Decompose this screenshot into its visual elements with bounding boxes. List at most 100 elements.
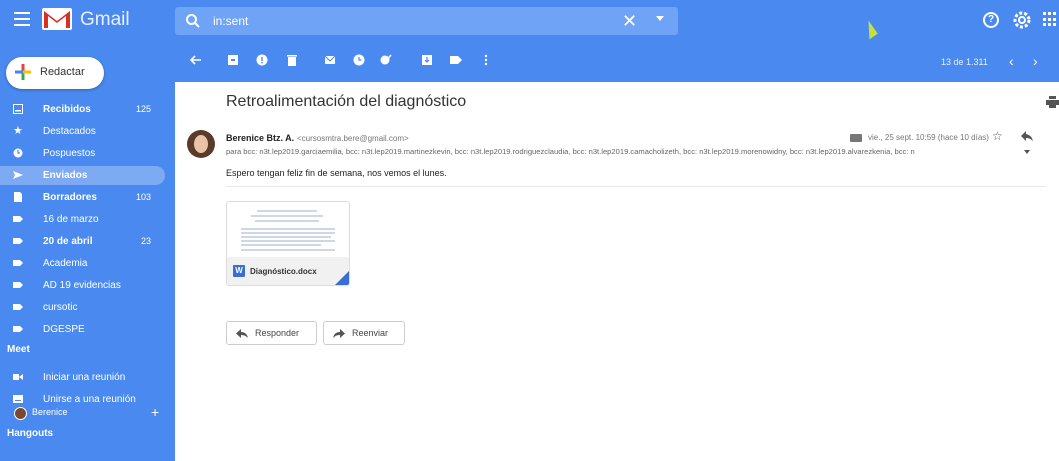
sidebar-item-label: Enviados	[43, 170, 88, 181]
sidebar-item-borradores[interactable]: Borradores 103	[0, 188, 165, 207]
apps-grid-icon[interactable]	[1043, 12, 1057, 28]
sidebar-item-dgespe[interactable]: DGESPE	[0, 320, 165, 339]
email-body: Espero tengan feliz fin de semana, nos v…	[226, 168, 447, 178]
gmail-app: Gmail ✕ ? Redactar	[0, 0, 1059, 461]
help-icon[interactable]: ?	[983, 12, 999, 28]
label-icon	[13, 282, 23, 288]
sidebar-item-label: Pospuestos	[43, 148, 96, 159]
sender-name: Berenice Btz. A.	[226, 133, 295, 143]
inbox-icon	[13, 104, 23, 114]
attachment-name: Diagnóstico.docx	[250, 267, 317, 276]
forward-button[interactable]: Reenviar	[323, 321, 405, 345]
avatar[interactable]	[14, 407, 27, 420]
pagination-count: 13 de 1.311	[941, 57, 988, 67]
reply-button[interactable]: Responder	[226, 321, 317, 345]
reply-icon	[236, 329, 248, 338]
video-icon	[13, 374, 23, 380]
sidebar-item-label: Recibidos	[43, 104, 91, 115]
move-to-icon[interactable]	[421, 54, 433, 66]
sidebar-item-label: Borradores	[43, 192, 97, 203]
word-doc-icon: W	[233, 265, 245, 277]
reply-label: Responder	[255, 328, 300, 338]
sidebar: Redactar Recibidos 125 ★ Destacados Posp…	[0, 42, 175, 461]
divider	[226, 186, 1046, 187]
mark-unread-icon[interactable]	[324, 54, 336, 66]
compose-label: Redactar	[40, 66, 85, 78]
meet-section-title: Meet	[7, 344, 30, 355]
star-icon[interactable]: ☆	[992, 129, 1003, 143]
sidebar-item-label: 16 de marzo	[43, 214, 99, 225]
chevron-right-icon[interactable]: ›	[1033, 53, 1038, 69]
plus-icon	[15, 64, 31, 80]
sidebar-item-destacados[interactable]: ★ Destacados	[0, 122, 165, 141]
search-bar[interactable]: ✕	[175, 7, 678, 35]
sidebar-item-20-de-abril[interactable]: 20 de abril 23	[0, 232, 165, 251]
search-options-icon[interactable]	[656, 16, 664, 21]
compose-button[interactable]: Redactar	[6, 57, 104, 89]
meet-item-label: Unirse a una reunión	[43, 394, 136, 405]
unread-count: 23	[140, 236, 151, 246]
back-arrow-icon[interactable]	[190, 54, 202, 66]
sidebar-item-label: DGESPE	[43, 324, 85, 335]
sidebar-item-label: 20 de abril	[43, 236, 93, 247]
clock-icon	[13, 148, 23, 158]
search-icon[interactable]	[185, 13, 201, 29]
archive-icon[interactable]	[227, 54, 239, 66]
send-icon	[13, 171, 23, 179]
report-spam-icon[interactable]	[256, 54, 268, 66]
email-subject: Retroalimentación del diagnóstico	[226, 93, 467, 110]
sidebar-item-cursotic[interactable]: cursotic	[0, 298, 165, 317]
close-icon[interactable]: ✕	[622, 11, 637, 32]
message-toolbar: 13 de 1.311 ‹ ›	[175, 42, 1059, 82]
draft-icon	[14, 192, 22, 202]
top-bar: Gmail ✕ ?	[0, 0, 1059, 42]
main-menu-icon[interactable]	[14, 12, 30, 26]
label-icon	[13, 326, 23, 332]
gear-icon[interactable]	[1012, 10, 1032, 30]
attachment-indicator-icon	[850, 134, 862, 142]
show-details-icon[interactable]	[1024, 150, 1030, 154]
meet-join-meeting[interactable]: Unirse a una reunión	[0, 390, 165, 409]
label-icon	[13, 238, 23, 244]
more-options-icon[interactable]	[480, 54, 492, 66]
meet-start-meeting[interactable]: Iniciar una reunión	[0, 368, 165, 387]
sidebar-item-label: AD 19 evidencias	[43, 280, 121, 291]
add-contact-icon[interactable]: +	[151, 404, 159, 420]
attachment-corner-fold	[335, 271, 349, 285]
app-name: Gmail	[80, 9, 130, 30]
print-icon[interactable]	[1046, 96, 1059, 108]
snooze-icon[interactable]	[353, 54, 365, 66]
sidebar-item-enviados[interactable]: Enviados	[0, 166, 165, 185]
sidebar-item-academia[interactable]: Academia	[0, 254, 165, 273]
sidebar-item-pospuestos[interactable]: Pospuestos	[0, 144, 165, 163]
reply-icon[interactable]	[1020, 130, 1034, 142]
label-icon	[13, 216, 23, 222]
add-task-icon[interactable]	[380, 54, 392, 66]
sidebar-item-16-de-marzo[interactable]: 16 de marzo	[0, 210, 165, 229]
label-icon[interactable]	[450, 54, 462, 66]
label-icon	[13, 304, 23, 310]
sidebar-item-label: cursotic	[43, 302, 78, 313]
chevron-left-icon[interactable]: ‹	[1009, 53, 1014, 69]
sidebar-item-label: Academia	[43, 258, 88, 269]
recipients-list: para bcc: n3t.lep2019.garciaemilia, bcc:…	[226, 147, 915, 156]
sender-avatar[interactable]	[187, 130, 215, 158]
sender-email: <cursosmtra.bere@gmail.com>	[297, 134, 409, 143]
attachment-footer: W Diagnóstico.docx	[227, 257, 349, 285]
delete-icon[interactable]	[286, 54, 298, 66]
attachment-card[interactable]: W Diagnóstico.docx	[226, 201, 350, 286]
forward-label: Reenviar	[352, 328, 389, 338]
forward-icon	[333, 329, 345, 338]
hangouts-user[interactable]: Berenice	[32, 407, 68, 417]
search-input[interactable]	[213, 12, 593, 30]
sidebar-item-label: Destacados	[43, 126, 96, 137]
gmail-logo-icon[interactable]	[42, 8, 72, 30]
label-icon	[13, 260, 23, 266]
sidebar-item-ad-19-evidencias[interactable]: AD 19 evidencias	[0, 276, 165, 295]
sidebar-item-recibidos[interactable]: Recibidos 125	[0, 100, 165, 119]
attachment-preview	[227, 202, 349, 257]
keyboard-icon	[13, 395, 23, 403]
message-date: vie., 25 sept. 10:59 (hace 10 días)	[868, 133, 989, 142]
unread-count: 125	[135, 104, 151, 114]
meet-item-label: Iniciar una reunión	[43, 372, 126, 383]
